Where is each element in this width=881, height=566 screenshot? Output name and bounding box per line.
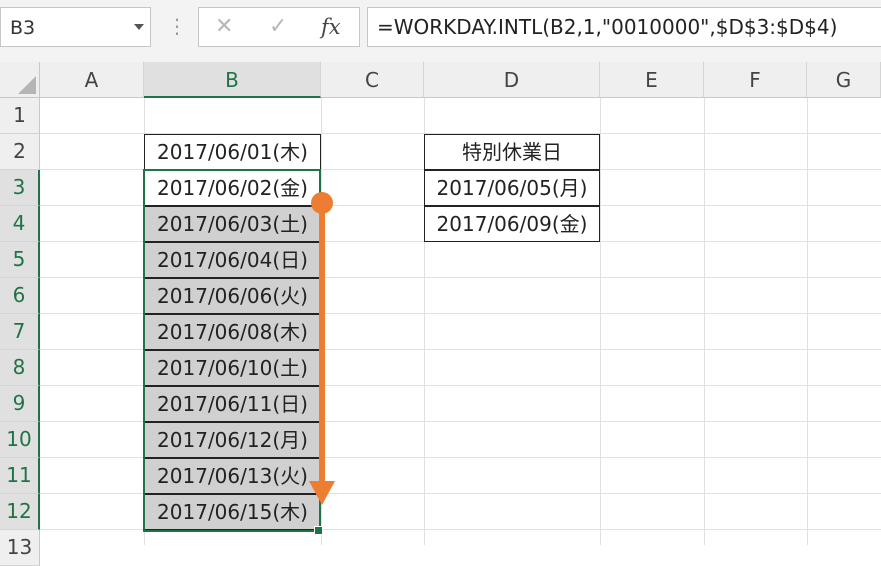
cell-d4[interactable]: 2017/06/09(金)	[424, 206, 600, 242]
row-header-12[interactable]: 12	[0, 494, 40, 530]
column-header-c[interactable]: C	[321, 62, 424, 98]
row-header-11[interactable]: 11	[0, 458, 40, 494]
column-header-b[interactable]: B	[144, 62, 321, 98]
cell-d3[interactable]: 2017/06/05(月)	[424, 170, 600, 206]
cell-b10[interactable]: 2017/06/12(月)	[144, 422, 321, 458]
formula-bar-resize-icon[interactable]: ⋮	[167, 16, 187, 36]
formula-bar: B3 ⋮ ✕ ✓ fx =WORKDAY.INTL(B2,1,"0010000"…	[0, 0, 881, 63]
cell-b9[interactable]: 2017/06/11(日)	[144, 386, 321, 422]
arrow-shaft	[319, 203, 325, 481]
row-header-3[interactable]: 3	[0, 170, 40, 206]
gridline	[807, 98, 808, 545]
column-header-f[interactable]: F	[704, 62, 807, 98]
row-header-9[interactable]: 9	[0, 386, 40, 422]
formula-buttons: ✕ ✓ fx	[198, 7, 360, 47]
formula-input[interactable]: =WORKDAY.INTL(B2,1,"0010000",$D$3:$D$4)	[367, 7, 881, 47]
formula-text[interactable]: =WORKDAY.INTL(B2,1,"0010000",$D$3:$D$4)	[377, 15, 837, 39]
cell-b8[interactable]: 2017/06/10(土)	[144, 350, 321, 386]
gridline	[600, 98, 601, 545]
row-header-6[interactable]: 6	[0, 278, 40, 314]
cell-b3[interactable]: 2017/06/02(金)	[144, 170, 321, 206]
worksheet-grid[interactable]: A B C D E F G 1 2 3 4 5 6 7 8 9 10 11 12…	[0, 62, 881, 566]
row-header-5[interactable]: 5	[0, 242, 40, 278]
name-box-dropdown-icon[interactable]	[134, 24, 144, 30]
holiday-table-header[interactable]: 特別休業日	[424, 134, 600, 170]
row-header-7[interactable]: 7	[0, 314, 40, 350]
arrow-head	[309, 481, 335, 505]
cancel-icon[interactable]: ✕	[215, 14, 233, 39]
cell-b12[interactable]: 2017/06/15(木)	[144, 494, 321, 530]
row-header-8[interactable]: 8	[0, 350, 40, 386]
insert-function-icon[interactable]: fx	[321, 15, 341, 39]
row-header-10[interactable]: 10	[0, 422, 40, 458]
gridline	[704, 98, 705, 545]
fill-handle[interactable]	[314, 526, 323, 535]
row-header-1[interactable]: 1	[0, 98, 40, 134]
name-box-value[interactable]: B3	[10, 17, 35, 39]
name-box[interactable]: B3	[0, 7, 151, 47]
cell-b5[interactable]: 2017/06/04(日)	[144, 242, 321, 278]
cell-b6[interactable]: 2017/06/06(火)	[144, 278, 321, 314]
enter-icon[interactable]: ✓	[269, 14, 287, 39]
row-header-4[interactable]: 4	[0, 206, 40, 242]
cell-b7[interactable]: 2017/06/08(木)	[144, 314, 321, 350]
column-header-e[interactable]: E	[600, 62, 704, 98]
cell-b4[interactable]: 2017/06/03(土)	[144, 206, 321, 242]
row-header-2[interactable]: 2	[0, 134, 40, 170]
cell-b11[interactable]: 2017/06/13(火)	[144, 458, 321, 494]
select-all-button[interactable]	[0, 62, 40, 98]
column-header-a[interactable]: A	[40, 62, 144, 98]
column-header-d[interactable]: D	[424, 62, 600, 98]
select-all-icon	[18, 76, 36, 94]
cell-b2[interactable]: 2017/06/01(木)	[144, 134, 321, 170]
row-header-13[interactable]: 13	[0, 530, 40, 566]
fill-down-arrow-icon	[309, 192, 335, 505]
column-header-g[interactable]: G	[807, 62, 881, 98]
